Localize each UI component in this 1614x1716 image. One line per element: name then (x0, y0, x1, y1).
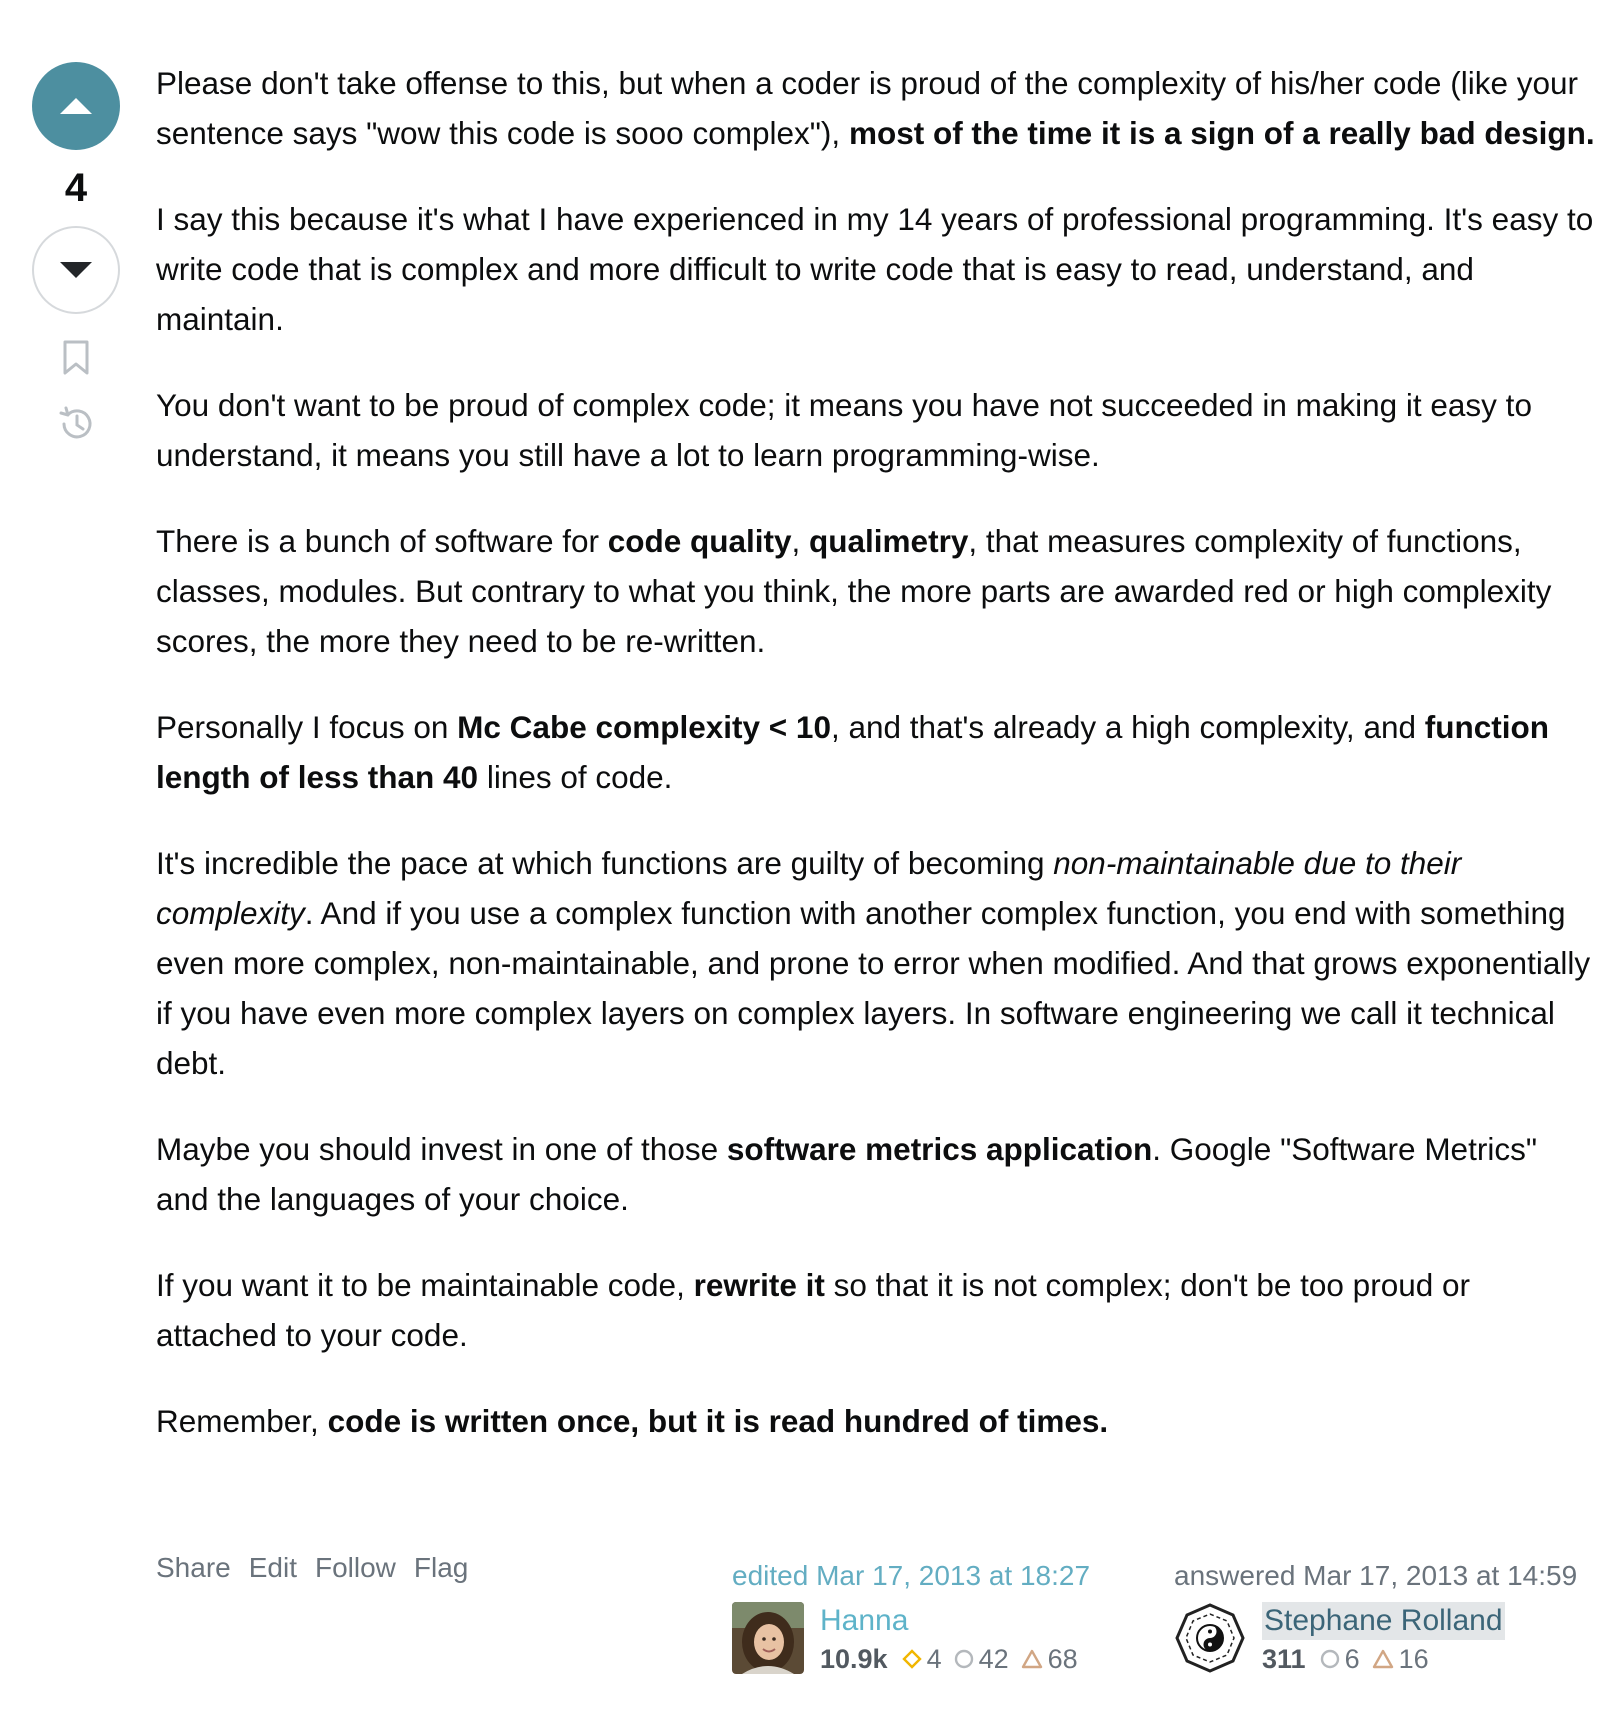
paragraph-text: Personally I focus on (156, 709, 458, 745)
editor-avatar[interactable] (732, 1602, 804, 1674)
paragraph-text: I say this because it's what I have expe… (156, 201, 1594, 337)
bookmark-button[interactable] (61, 340, 91, 376)
author-avatar[interactable] (1174, 1602, 1246, 1674)
paragraph-text: Remember, (156, 1403, 328, 1439)
editor-name-link[interactable]: Hanna (820, 1602, 1090, 1640)
answer-body: Please don't take offense to this, but w… (156, 58, 1596, 1482)
bookmark-icon (63, 340, 89, 375)
bold-text: qualimetry (809, 523, 969, 559)
author-reputation: 311 (1262, 1644, 1306, 1674)
answer-paragraph: Remember, code is written once, but it i… (156, 1396, 1596, 1446)
paragraph-text: lines of code. (478, 759, 673, 795)
flag-link[interactable]: Flag (414, 1552, 468, 1584)
edit-link[interactable]: Edit (249, 1552, 297, 1584)
paragraph-text: , (791, 523, 810, 559)
silver-badge-icon (1320, 1649, 1339, 1669)
bold-text: rewrite it (693, 1267, 825, 1303)
timeline-button[interactable] (56, 404, 96, 444)
author-signature: answered Mar 17, 2013 at 14:59 Stephane … (1174, 1560, 1577, 1678)
vote-count: 4 (64, 166, 88, 210)
editor-bronze-badges: 68 (1021, 1640, 1078, 1678)
share-link[interactable]: Share (156, 1552, 231, 1584)
bronze-badge-icon (1021, 1649, 1042, 1669)
upvote-button[interactable] (32, 62, 120, 150)
author-bronze-badges: 16 (1372, 1640, 1429, 1678)
answer-paragraph: It's incredible the pace at which functi… (156, 838, 1596, 1088)
answer-paragraph: I say this because it's what I have expe… (156, 194, 1596, 344)
paragraph-text: There is a bunch of software for (156, 523, 608, 559)
bold-text: code quality (607, 523, 792, 559)
paragraph-text: You don't want to be proud of complex co… (156, 387, 1532, 473)
author-name-link[interactable]: Stephane Rolland (1262, 1602, 1505, 1640)
avatar-photo-icon (732, 1602, 804, 1674)
editor-gold-badges: 4 (901, 1640, 942, 1678)
answer-paragraph: There is a bunch of software for code qu… (156, 516, 1596, 666)
paragraph-text: It's incredible the pace at which functi… (156, 845, 1054, 881)
answer-paragraph: If you want it to be maintainable code, … (156, 1260, 1596, 1360)
author-silver-badges: 6 (1320, 1640, 1360, 1678)
bold-text: most of the time it is a sign of a reall… (848, 115, 1595, 151)
answer-paragraph: Personally I focus on Mc Cabe complexity… (156, 702, 1596, 802)
follow-link[interactable]: Follow (315, 1552, 396, 1584)
bold-text: Mc Cabe complexity < 10 (457, 709, 831, 745)
vote-column: 4 (30, 62, 122, 444)
yin-yang-bagua-icon (1174, 1602, 1246, 1674)
editor-reputation: 10.9k (820, 1644, 888, 1674)
editor-silver-badges: 42 (954, 1640, 1009, 1678)
bold-text: code is written once, but it is read hun… (327, 1403, 1109, 1439)
silver-badge-icon (954, 1649, 973, 1669)
downvote-arrow-icon (60, 262, 92, 278)
editor-stats: 10.9k 4 42 68 (820, 1640, 1090, 1678)
paragraph-text: , and that's already a high complexity, … (830, 709, 1425, 745)
post-menu: Share Edit Follow Flag (156, 1552, 468, 1584)
history-icon (59, 406, 92, 439)
paragraph-text: . And if you use a complex function with… (156, 895, 1591, 1081)
downvote-button[interactable] (32, 226, 120, 314)
answered-timestamp-link[interactable]: answered Mar 17, 2013 at 14:59 (1174, 1560, 1577, 1592)
upvote-arrow-icon (60, 98, 92, 114)
bold-text: software metrics application (726, 1131, 1153, 1167)
paragraph-text: If you want it to be maintainable code, (156, 1267, 694, 1303)
author-stats: 311 6 16 (1262, 1640, 1505, 1678)
answer-paragraph: Please don't take offense to this, but w… (156, 58, 1596, 158)
gold-badge-icon (901, 1649, 922, 1669)
paragraph-text: Maybe you should invest in one of those (156, 1131, 727, 1167)
answer-paragraph: Maybe you should invest in one of those … (156, 1124, 1596, 1224)
edited-timestamp-link[interactable]: edited Mar 17, 2013 at 18:27 (732, 1560, 1090, 1592)
editor-signature: edited Mar 17, 2013 at 18:27 Hanna 10.9k… (732, 1560, 1090, 1678)
bronze-badge-icon (1372, 1649, 1393, 1669)
answer-paragraph: You don't want to be proud of complex co… (156, 380, 1596, 480)
